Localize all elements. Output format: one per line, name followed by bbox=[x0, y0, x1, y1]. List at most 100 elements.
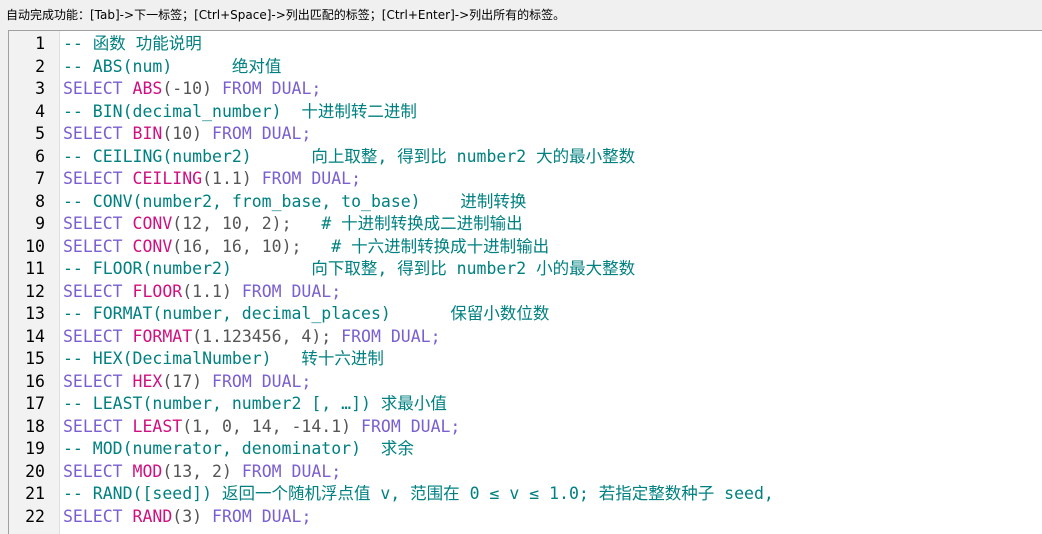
code-line[interactable]: 1 -- 函数 功能说明 bbox=[9, 33, 1042, 56]
code-text: -- CEILING(number2) 向上取整, 得到比 number2 大的… bbox=[63, 146, 635, 169]
keyword-token: FROM DUAL; bbox=[361, 416, 461, 436]
code-line[interactable]: 20 SELECT MOD(13, 2) FROM DUAL; bbox=[9, 461, 1042, 484]
code-line[interactable]: 22 SELECT RAND(3) FROM DUAL; bbox=[9, 506, 1042, 529]
keyword-token: SELECT bbox=[63, 416, 133, 436]
comment-token: -- CEILING(number2) 向上取整, 得到比 number2 大的… bbox=[63, 146, 636, 166]
code-line[interactable]: 2 -- ABS(num) 绝对值 bbox=[9, 56, 1042, 79]
code-text: SELECT FORMAT(1.123456, 4); FROM DUAL; bbox=[63, 326, 441, 349]
line-number: 16 bbox=[25, 371, 45, 391]
code-line[interactable]: 19 -- MOD(numerator, denominator) 求余 bbox=[9, 438, 1042, 461]
keyword-token: FROM DUAL; bbox=[241, 281, 342, 301]
text-token: (12, 10, 2); bbox=[172, 214, 322, 233]
keyword-token: SELECT bbox=[63, 236, 133, 256]
code-text: SELECT RAND(3) FROM DUAL; bbox=[63, 506, 311, 529]
text-token: (3) bbox=[172, 506, 213, 526]
autocomplete-hint: 自动完成功能：[Tab]->下一标签；[Ctrl+Space]->列出匹配的标签… bbox=[0, 0, 1042, 30]
comment-token: -- CONV(number2, from_base, to_base) 进制转… bbox=[63, 191, 527, 211]
line-number: 13 bbox=[25, 304, 45, 323]
code-line[interactable]: 9 SELECT CONV(12, 10, 2); # 十进制转换成二进制输出 bbox=[9, 213, 1042, 236]
code-text: -- ABS(num) 绝对值 bbox=[63, 56, 281, 79]
keyword-token: SELECT bbox=[63, 124, 133, 143]
text-token: (13, 2) bbox=[162, 461, 242, 481]
code-line[interactable]: 21 -- RAND([seed]) 返回一个随机浮点值 v, 范围在 0 ≤ v… bbox=[9, 483, 1042, 506]
code-text: SELECT BIN(10) FROM DUAL; bbox=[63, 123, 311, 146]
line-number: 4 bbox=[35, 101, 45, 121]
code-text: SELECT CONV(12, 10, 2); # 十进制转换成二进制输出 bbox=[63, 213, 523, 236]
code-text: SELECT CEILING(1.1) FROM DUAL; bbox=[63, 168, 361, 191]
keyword-token: SELECT bbox=[63, 506, 133, 526]
code-line[interactable]: 14 SELECT FORMAT(1.123456, 4); FROM DUAL; bbox=[9, 326, 1042, 349]
line-number: 19 bbox=[25, 439, 45, 458]
line-number: 2 bbox=[35, 56, 45, 76]
keyword-token: SELECT bbox=[63, 214, 133, 233]
function-token: RAND bbox=[132, 506, 173, 526]
line-number: 10 bbox=[25, 236, 45, 256]
comment-token: # 十六进制转换成十进制输出 bbox=[331, 236, 550, 256]
code-line[interactable]: 6 -- CEILING(number2) 向上取整, 得到比 number2 大… bbox=[9, 146, 1042, 169]
comment-token: -- FLOOR(number2) 向下取整, 得到比 number2 小的最大… bbox=[63, 259, 636, 278]
code-line[interactable]: 4 -- BIN(decimal_number) 十进制转二进制 bbox=[9, 101, 1042, 124]
code-text: -- MOD(numerator, denominator) 求余 bbox=[63, 438, 414, 461]
code-line[interactable]: 18 SELECT LEAST(1, 0, 14, -14.1) FROM DUA… bbox=[9, 416, 1042, 439]
code-line[interactable]: 15 -- HEX(DecimalNumber) 转十六进制 bbox=[9, 348, 1042, 371]
code-text: -- FLOOR(number2) 向下取整, 得到比 number2 小的最大… bbox=[63, 258, 635, 281]
function-token: FORMAT bbox=[132, 326, 193, 346]
text-token: (1.123456, 4); bbox=[192, 326, 342, 346]
line-number: 5 bbox=[35, 124, 45, 143]
code-line[interactable]: 16 SELECT HEX(17) FROM DUAL; bbox=[9, 371, 1042, 394]
function-token: CONV bbox=[132, 214, 173, 233]
code-text: SELECT CONV(16, 16, 10); # 十六进制转换成十进制输出 bbox=[63, 236, 549, 259]
keyword-token: FROM DUAL; bbox=[261, 169, 362, 188]
line-number: 3 bbox=[35, 79, 45, 98]
code-line[interactable]: 8 -- CONV(number2, from_base, to_base) 进制… bbox=[9, 191, 1042, 214]
keyword-token: SELECT bbox=[63, 79, 133, 98]
comment-token: -- RAND([seed]) 返回一个随机浮点值 v, 范围在 0 ≤ v ≤… bbox=[63, 484, 774, 503]
code-text: SELECT MOD(13, 2) FROM DUAL; bbox=[63, 461, 341, 484]
line-number: 12 bbox=[25, 281, 45, 301]
line-number: 14 bbox=[25, 326, 45, 346]
code-line[interactable]: 13 -- FORMAT(number, decimal_places) 保留小数… bbox=[9, 303, 1042, 326]
line-number: 18 bbox=[25, 416, 45, 436]
code-line[interactable]: 5 SELECT BIN(10) FROM DUAL; bbox=[9, 123, 1042, 146]
function-token: MOD bbox=[132, 461, 163, 481]
function-token: BIN bbox=[132, 124, 163, 143]
code-line[interactable]: 3 SELECT ABS(-10) FROM DUAL; bbox=[9, 78, 1042, 101]
comment-token: -- BIN(decimal_number) 十进制转二进制 bbox=[63, 101, 417, 121]
function-token: FLOOR bbox=[132, 281, 183, 301]
function-token: CEILING bbox=[132, 169, 203, 188]
text-token: (-10) bbox=[162, 79, 222, 98]
line-number: 20 bbox=[25, 461, 45, 481]
line-number: 7 bbox=[35, 169, 45, 188]
code-text: -- BIN(decimal_number) 十进制转二进制 bbox=[63, 101, 417, 124]
line-number: 1 bbox=[35, 34, 45, 53]
comment-token: -- ABS(num) 绝对值 bbox=[63, 56, 282, 76]
keyword-token: FROM DUAL; bbox=[341, 326, 441, 346]
code-line[interactable]: 10 SELECT CONV(16, 16, 10); # 十六进制转换成十进制输… bbox=[9, 236, 1042, 259]
line-number: 6 bbox=[35, 146, 45, 166]
comment-token: -- LEAST(number, number2 [, …]) 求最小值 bbox=[63, 394, 447, 413]
text-token: (1.1) bbox=[202, 169, 262, 188]
comment-token: -- MOD(numerator, denominator) 求余 bbox=[63, 439, 414, 458]
code-line[interactable]: 12 SELECT FLOOR(1.1) FROM DUAL; bbox=[9, 281, 1042, 304]
comment-token: -- 函数 功能说明 bbox=[63, 34, 202, 53]
line-number: 22 bbox=[25, 506, 45, 526]
code-text: SELECT FLOOR(1.1) FROM DUAL; bbox=[63, 281, 341, 304]
text-token: (10) bbox=[162, 124, 213, 143]
line-number: 11 bbox=[25, 259, 45, 278]
function-token: LEAST bbox=[132, 416, 183, 436]
keyword-token: FROM DUAL; bbox=[212, 124, 312, 143]
code-text: -- RAND([seed]) 返回一个随机浮点值 v, 范围在 0 ≤ v ≤… bbox=[63, 483, 774, 506]
keyword-token: SELECT bbox=[63, 461, 133, 481]
keyword-token: SELECT bbox=[63, 326, 133, 346]
line-number: 21 bbox=[25, 484, 45, 503]
keyword-token: SELECT bbox=[63, 169, 133, 188]
keyword-token: FROM DUAL; bbox=[241, 461, 342, 481]
code-text: SELECT ABS(-10) FROM DUAL; bbox=[63, 78, 321, 101]
code-line[interactable]: 11 -- FLOOR(number2) 向下取整, 得到比 number2 小的… bbox=[9, 258, 1042, 281]
sql-editor[interactable]: 1 -- 函数 功能说明 2 -- ABS(num) 绝对值 3 SELECT ABS(-… bbox=[8, 30, 1042, 534]
comment-token: -- HEX(DecimalNumber) 转十六进制 bbox=[63, 349, 384, 368]
text-token: (16, 16, 10); bbox=[172, 236, 332, 256]
code-line[interactable]: 7 SELECT CEILING(1.1) FROM DUAL; bbox=[9, 168, 1042, 191]
code-text: -- CONV(number2, from_base, to_base) 进制转… bbox=[63, 191, 526, 214]
code-line[interactable]: 17 -- LEAST(number, number2 [, …]) 求最小值 bbox=[9, 393, 1042, 416]
